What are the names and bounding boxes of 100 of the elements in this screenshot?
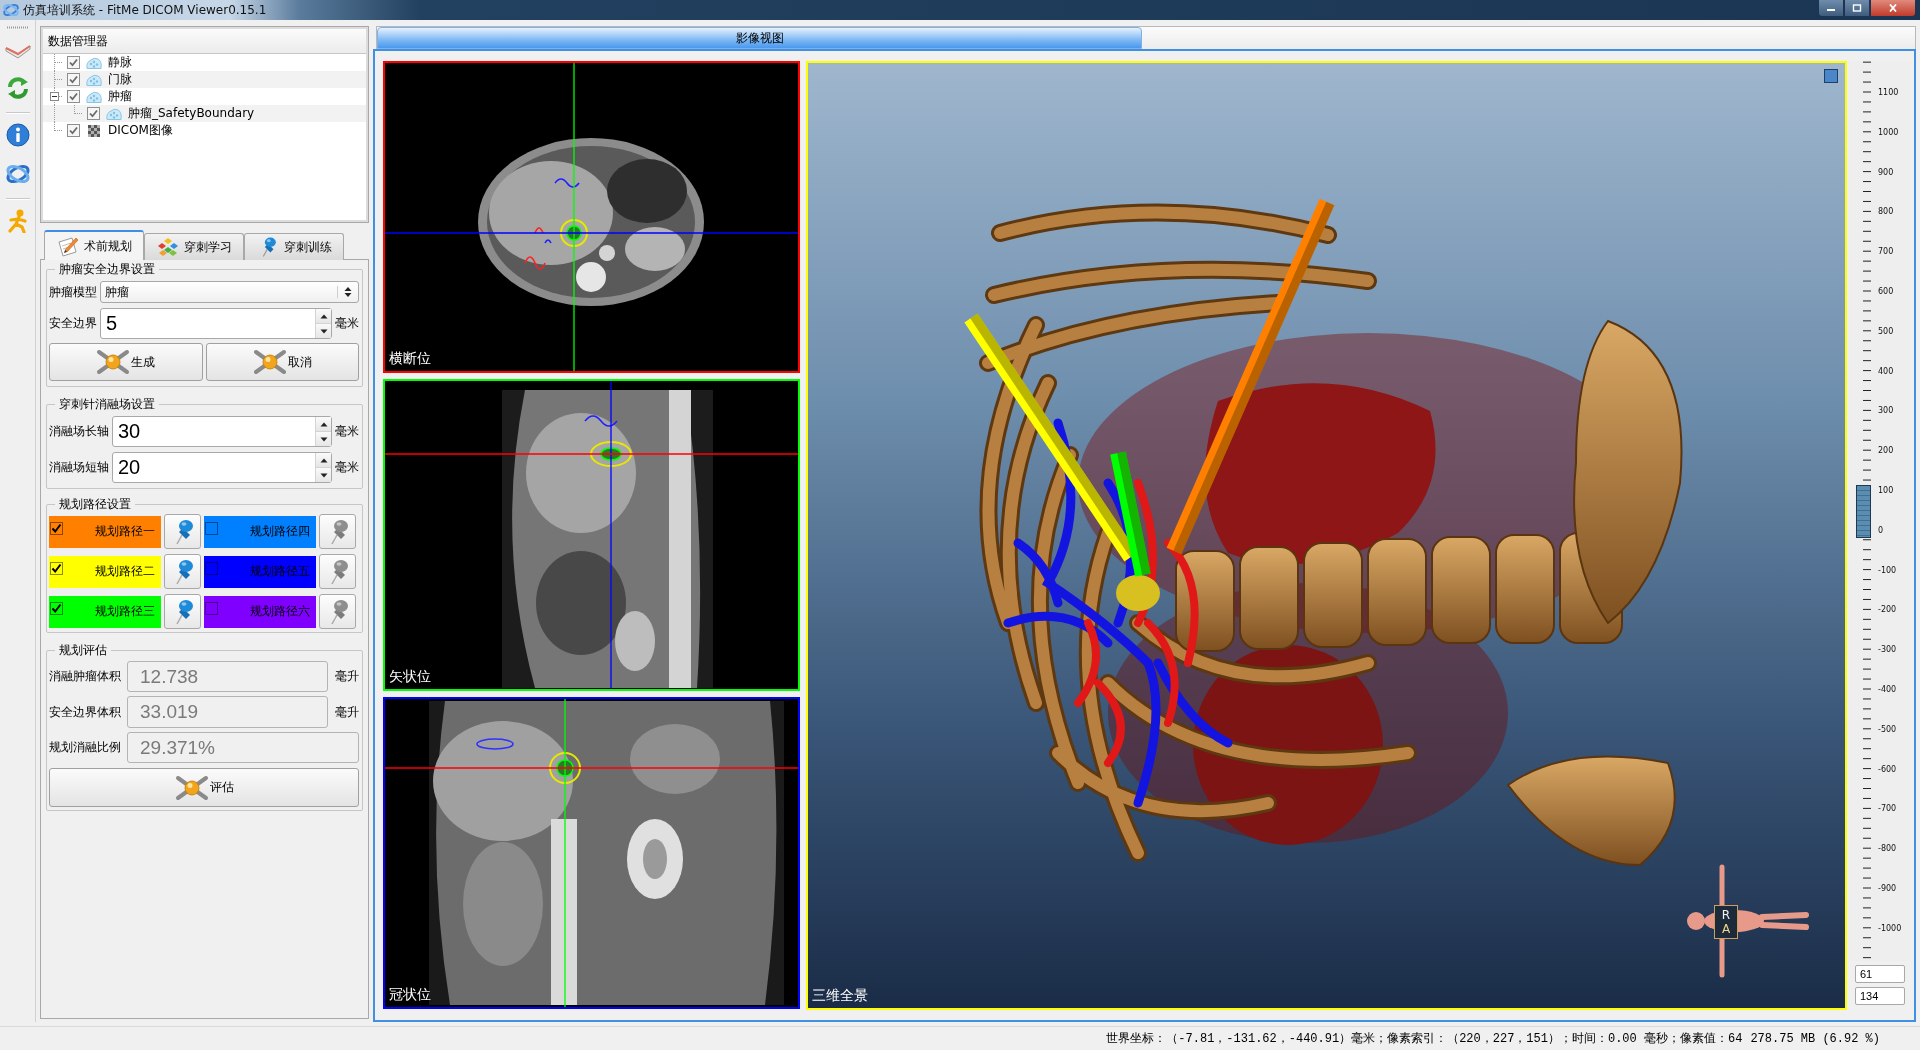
group-title: 规划路径设置: [58, 497, 132, 511]
number-field[interactable]: 61: [1855, 965, 1905, 983]
pin-button[interactable]: [319, 594, 356, 629]
path-color-bar[interactable]: 规划路径二: [49, 555, 161, 588]
tree-item[interactable]: 门脉: [43, 71, 366, 88]
crossed-pins-icon: [252, 349, 287, 375]
path-label: 规划路径五: [250, 563, 310, 580]
viewport-label: 三维全景: [812, 987, 868, 1005]
evaluate-button[interactable]: 评估: [49, 768, 359, 807]
ruler-label: 1000: [1878, 127, 1899, 137]
colored-blocks-icon: [156, 236, 179, 258]
tree-label: 门脉: [108, 71, 132, 88]
checkbox[interactable]: [50, 602, 63, 615]
ruler-thumb[interactable]: [1856, 485, 1871, 538]
collapse-icon[interactable]: [50, 92, 59, 101]
pin-button[interactable]: [164, 554, 201, 589]
3d-viewport[interactable]: R A 三维全景: [806, 61, 1847, 1010]
ct-viewport[interactable]: 冠状位: [383, 697, 800, 1009]
refresh-icon[interactable]: [5, 76, 30, 100]
ruler-label: 200: [1878, 446, 1894, 456]
checkbox[interactable]: [67, 73, 80, 86]
crossed-pins-icon: [96, 349, 131, 375]
ruler-label: -900: [1878, 884, 1897, 893]
crossed-pins-icon: [174, 774, 209, 801]
tree-label: 肿瘤: [108, 88, 132, 105]
ruler-label: 800: [1878, 207, 1894, 217]
panel-title: 数据管理器: [48, 32, 108, 50]
tab[interactable]: 术前规划: [44, 230, 144, 260]
checkbox[interactable]: [50, 562, 63, 575]
grip-icon[interactable]: [5, 26, 30, 29]
unit-label: 毫升: [335, 703, 359, 721]
spin-down-button[interactable]: [316, 432, 331, 446]
pin-button[interactable]: [164, 514, 201, 549]
swirl-logo-icon[interactable]: [4, 162, 31, 186]
checkbox[interactable]: [67, 56, 80, 69]
spin-up-button[interactable]: [316, 453, 331, 468]
mesh-icon: [106, 107, 122, 120]
path-color-bar[interactable]: 规划路径三: [49, 595, 161, 628]
field-label: 规划消融比例: [49, 739, 122, 756]
viewport-label: 横断位: [389, 350, 431, 368]
checkbox[interactable]: [67, 90, 80, 103]
close-icon: [1888, 4, 1898, 12]
checkbox[interactable]: [67, 124, 80, 137]
spin-up-button[interactable]: [316, 417, 331, 432]
corner-square-icon[interactable]: [1824, 69, 1838, 83]
ruler-label: -200: [1878, 605, 1897, 615]
number-field[interactable]: 30: [112, 416, 332, 447]
pin-button[interactable]: [319, 514, 356, 549]
field-label: 消融肿瘤体积: [49, 668, 122, 685]
maximize-button[interactable]: [1844, 0, 1870, 17]
pin-button[interactable]: [164, 594, 201, 629]
swirl-logo-icon: [2, 2, 20, 18]
checkbox[interactable]: [87, 107, 100, 120]
ct-viewport[interactable]: 矢状位: [383, 379, 800, 691]
spin-down-button[interactable]: [316, 468, 331, 482]
tab[interactable]: 穿刺训练: [244, 233, 344, 260]
spin-up-button[interactable]: [316, 309, 331, 324]
unit-label: 毫米: [335, 423, 359, 440]
action-button[interactable]: 生成: [49, 343, 203, 381]
ruler-label: -600: [1878, 764, 1897, 774]
ruler-label: -800: [1878, 844, 1897, 854]
mesh-icon: [86, 90, 102, 103]
mesh-icon: [86, 56, 102, 69]
unit-label: 毫米: [335, 459, 359, 476]
tab[interactable]: 影像视图: [377, 27, 1142, 49]
path-label: 规划路径一: [95, 523, 155, 540]
minimize-button[interactable]: [1818, 0, 1844, 17]
ruler-label: -300: [1878, 645, 1897, 655]
field-label: 消融场长轴: [49, 423, 109, 440]
path-color-bar[interactable]: 规划路径四: [204, 515, 316, 548]
info-icon[interactable]: [5, 123, 30, 147]
up-arrow-icon: [319, 313, 328, 319]
ruler-label: 700: [1878, 247, 1894, 257]
ruler-label: 500: [1878, 326, 1894, 336]
ruler-label: 400: [1878, 366, 1894, 376]
close-button[interactable]: [1870, 0, 1916, 17]
open-book-icon[interactable]: [4, 43, 31, 59]
tree-label: DICOM图像: [108, 122, 173, 139]
number-field[interactable]: 20: [112, 452, 332, 483]
checkbox[interactable]: [50, 522, 63, 535]
orientation-letter: A: [1721, 922, 1731, 936]
tree-item[interactable]: 肿瘤_SafetyBoundary: [43, 105, 366, 122]
number-field[interactable]: 134: [1855, 987, 1905, 1005]
number-field[interactable]: 5: [100, 308, 332, 339]
memory-text: 278.75 MB (6.92 %): [1750, 1031, 1880, 1046]
pin-button[interactable]: [319, 554, 356, 589]
action-button[interactable]: 取消: [205, 343, 359, 381]
maximize-icon: [1852, 4, 1862, 12]
ruler-label: 1100: [1878, 88, 1899, 97]
updown-arrow-icon: [337, 286, 352, 298]
down-arrow-icon: [319, 328, 328, 334]
spin-down-button[interactable]: [316, 324, 331, 338]
path-label: 规划路径六: [250, 603, 310, 620]
path-color-bar[interactable]: 规划路径一: [49, 515, 161, 548]
tab[interactable]: 穿刺学习: [144, 233, 244, 260]
ct-viewport[interactable]: 横断位: [383, 61, 800, 373]
checker-icon: [86, 124, 102, 137]
ruler-label: -700: [1878, 804, 1897, 814]
ruler-label: -500: [1878, 724, 1897, 734]
model-dropdown[interactable]: 肿瘤: [100, 281, 359, 303]
